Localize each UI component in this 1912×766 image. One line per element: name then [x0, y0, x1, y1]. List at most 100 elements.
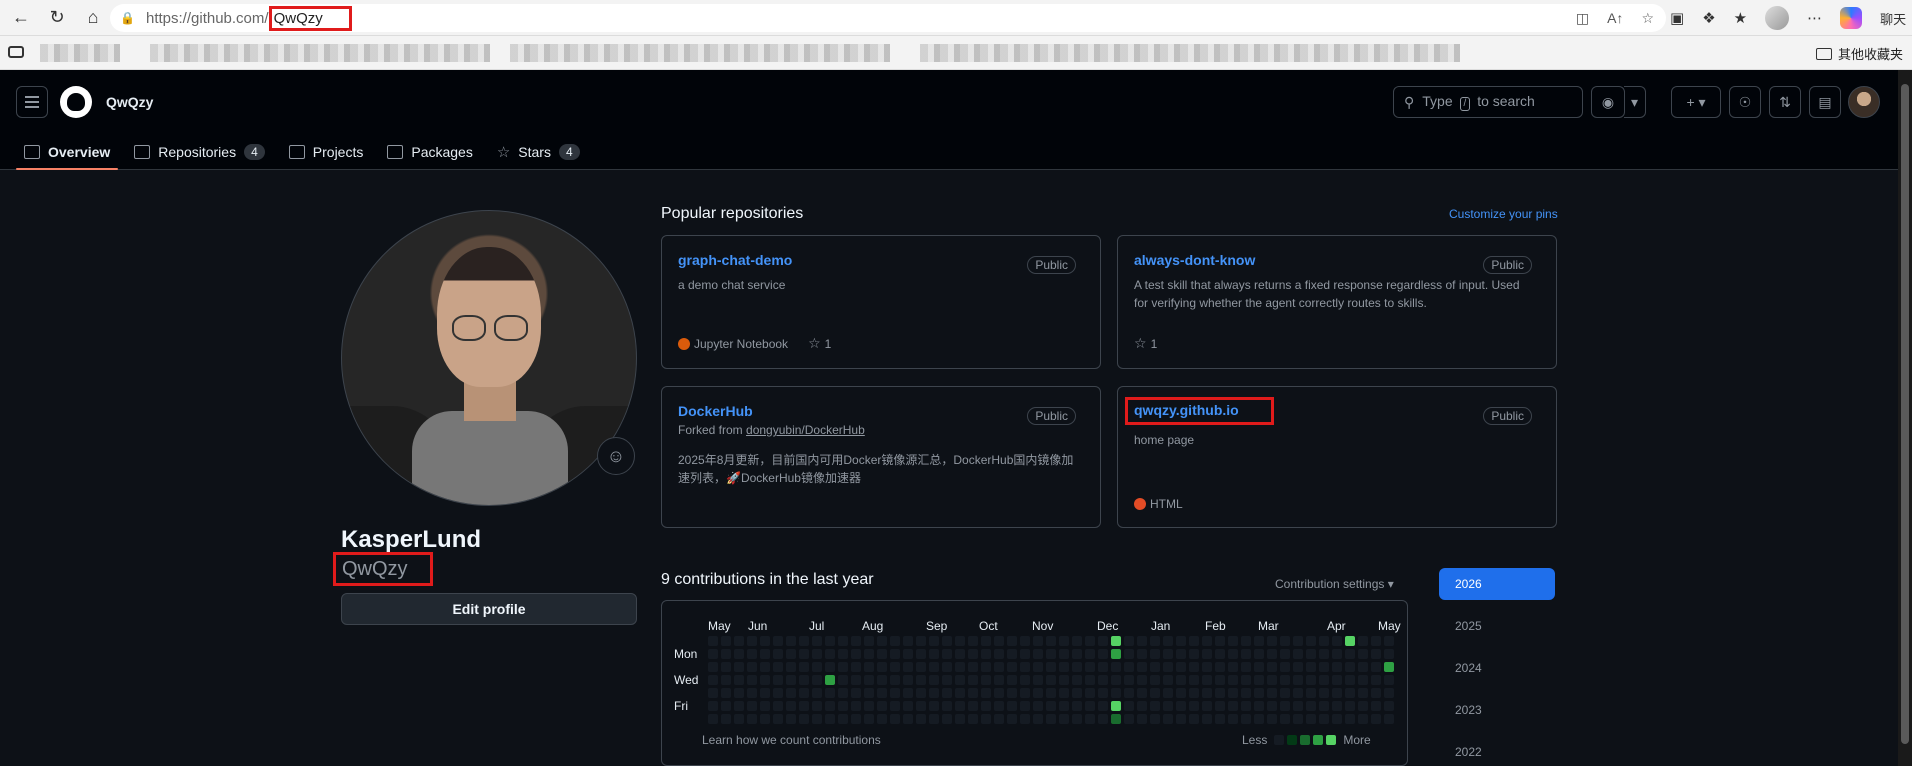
tab-overview[interactable]: Overview — [16, 134, 119, 170]
repositories-button[interactable]: ▤ — [1809, 86, 1841, 118]
contribution-cell[interactable] — [864, 649, 874, 659]
contribution-cell[interactable] — [721, 636, 731, 646]
contribution-cell[interactable] — [1124, 662, 1134, 672]
contribution-cell[interactable] — [760, 662, 770, 672]
contribution-cell[interactable] — [1332, 662, 1342, 672]
contribution-cell[interactable] — [1267, 688, 1277, 698]
contribution-cell[interactable] — [1111, 675, 1121, 685]
contribution-cell[interactable] — [1254, 636, 1264, 646]
edit-profile-button[interactable]: Edit profile — [341, 593, 637, 625]
contribution-cell[interactable] — [903, 636, 913, 646]
contribution-cell[interactable] — [1189, 649, 1199, 659]
contribution-cell[interactable] — [942, 662, 952, 672]
contribution-cell[interactable] — [877, 662, 887, 672]
contribution-cell[interactable] — [773, 714, 783, 724]
contribution-cell[interactable] — [1319, 636, 1329, 646]
contribution-cell[interactable] — [1319, 701, 1329, 711]
contribution-cell[interactable] — [994, 675, 1004, 685]
contribution-cell[interactable] — [1241, 701, 1251, 711]
contribution-cell[interactable] — [1384, 636, 1394, 646]
contribution-cell[interactable] — [916, 714, 926, 724]
contribution-cell[interactable] — [1189, 714, 1199, 724]
contribution-cell[interactable] — [1124, 701, 1134, 711]
contribution-cell[interactable] — [981, 714, 991, 724]
menu-icon[interactable] — [16, 86, 48, 118]
contribution-cell[interactable] — [903, 675, 913, 685]
contribution-cell[interactable] — [1176, 714, 1186, 724]
contribution-cell[interactable] — [1293, 701, 1303, 711]
contribution-cell[interactable] — [786, 714, 796, 724]
contribution-cell[interactable] — [916, 675, 926, 685]
contribution-cell[interactable] — [1085, 688, 1095, 698]
contribution-cell[interactable] — [773, 675, 783, 685]
contribution-cell[interactable] — [812, 675, 822, 685]
year-button[interactable]: 2022 — [1439, 736, 1555, 766]
contribution-cell[interactable] — [1033, 636, 1043, 646]
contribution-cell[interactable] — [1371, 714, 1381, 724]
contribution-cell[interactable] — [1007, 701, 1017, 711]
contribution-cell[interactable] — [1033, 662, 1043, 672]
contribution-cell[interactable] — [1384, 714, 1394, 724]
contribution-cell[interactable] — [1137, 675, 1147, 685]
contribution-cell[interactable] — [721, 701, 731, 711]
extension-icon[interactable]: ▣ — [1670, 9, 1684, 27]
contribution-cell[interactable] — [1319, 675, 1329, 685]
contribution-cell[interactable] — [747, 649, 757, 659]
contribution-cell[interactable] — [1371, 636, 1381, 646]
contribution-cell[interactable] — [955, 714, 965, 724]
contribution-cell[interactable] — [1228, 649, 1238, 659]
contribution-cell[interactable] — [1163, 649, 1173, 659]
more-icon[interactable]: ⋯ — [1807, 9, 1822, 27]
contribution-cell[interactable] — [1124, 714, 1134, 724]
contribution-cell[interactable] — [1215, 701, 1225, 711]
contribution-cell[interactable] — [1384, 688, 1394, 698]
contribution-cell[interactable] — [1280, 662, 1290, 672]
contribution-cell[interactable] — [864, 636, 874, 646]
contribution-cell[interactable] — [1345, 688, 1355, 698]
contribution-cell[interactable] — [825, 649, 835, 659]
contribution-cell[interactable] — [812, 649, 822, 659]
contribution-cell[interactable] — [981, 662, 991, 672]
contribution-cell[interactable] — [1059, 636, 1069, 646]
contribution-cell[interactable] — [1202, 714, 1212, 724]
contribution-cell[interactable] — [1241, 675, 1251, 685]
contribution-cell[interactable] — [721, 662, 731, 672]
contribution-cell[interactable] — [1267, 714, 1277, 724]
contribution-cell[interactable] — [1293, 649, 1303, 659]
contribution-cell[interactable] — [1254, 701, 1264, 711]
contribution-cell[interactable] — [1371, 662, 1381, 672]
contribution-cell[interactable] — [994, 714, 1004, 724]
contribution-cell[interactable] — [1332, 636, 1342, 646]
contribution-cell[interactable] — [968, 649, 978, 659]
contribution-cell[interactable] — [1228, 662, 1238, 672]
contribution-cell[interactable] — [994, 636, 1004, 646]
contribution-cell[interactable] — [1189, 675, 1199, 685]
contribution-cell[interactable] — [1345, 649, 1355, 659]
contribution-cell[interactable] — [1085, 662, 1095, 672]
contribution-cell[interactable] — [1072, 675, 1082, 685]
contribution-cell[interactable] — [1163, 636, 1173, 646]
home-icon[interactable]: ⌂ — [78, 3, 108, 33]
contribution-cell[interactable] — [877, 688, 887, 698]
tab-projects[interactable]: Projects — [281, 134, 372, 170]
contribution-cell[interactable] — [1098, 714, 1108, 724]
contribution-cell[interactable] — [1085, 636, 1095, 646]
contribution-cell[interactable] — [747, 688, 757, 698]
contribution-cell[interactable] — [1358, 662, 1368, 672]
contribution-cell[interactable] — [825, 636, 835, 646]
contribution-cell[interactable] — [1033, 675, 1043, 685]
contribution-cell[interactable] — [773, 688, 783, 698]
contribution-cell[interactable] — [1228, 714, 1238, 724]
contribution-cell[interactable] — [1020, 675, 1030, 685]
repo-link[interactable]: always-dont-know — [1134, 252, 1540, 268]
contribution-cell[interactable] — [1280, 701, 1290, 711]
contribution-cell[interactable] — [903, 701, 913, 711]
contribution-cell[interactable] — [942, 675, 952, 685]
contribution-cell[interactable] — [786, 688, 796, 698]
contribution-cell[interactable] — [1332, 675, 1342, 685]
contribution-cell[interactable] — [929, 636, 939, 646]
contribution-cell[interactable] — [1111, 662, 1121, 672]
contribution-cell[interactable] — [1358, 714, 1368, 724]
contribution-cell[interactable] — [1306, 714, 1316, 724]
contribution-cell[interactable] — [1150, 714, 1160, 724]
